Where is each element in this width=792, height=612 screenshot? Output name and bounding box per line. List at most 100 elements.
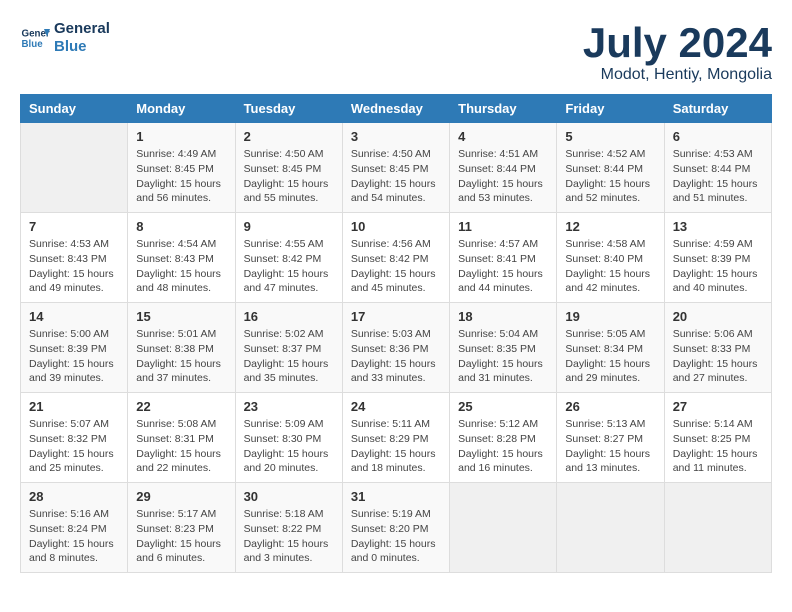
day-info: Sunrise: 4:56 AM Sunset: 8:42 PM Dayligh… xyxy=(351,237,441,296)
day-cell: 18 Sunrise: 5:04 AM Sunset: 8:35 PM Dayli… xyxy=(450,303,557,393)
logo-icon: General Blue xyxy=(20,23,50,53)
day-cell: 10 Sunrise: 4:56 AM Sunset: 8:42 PM Dayli… xyxy=(342,213,449,303)
day-number: 20 xyxy=(673,309,763,324)
logo-text-general: General xyxy=(54,20,110,38)
day-info: Sunrise: 4:55 AM Sunset: 8:42 PM Dayligh… xyxy=(244,237,334,296)
day-number: 16 xyxy=(244,309,334,324)
day-info: Sunrise: 5:17 AM Sunset: 8:23 PM Dayligh… xyxy=(136,507,226,566)
day-info: Sunrise: 4:52 AM Sunset: 8:44 PM Dayligh… xyxy=(565,147,655,206)
svg-text:Blue: Blue xyxy=(22,39,44,50)
day-cell: 28 Sunrise: 5:16 AM Sunset: 8:24 PM Dayli… xyxy=(21,483,128,573)
header-cell-thursday: Thursday xyxy=(450,95,557,123)
day-number: 31 xyxy=(351,489,441,504)
day-number: 1 xyxy=(136,129,226,144)
day-number: 11 xyxy=(458,219,548,234)
day-cell: 22 Sunrise: 5:08 AM Sunset: 8:31 PM Dayli… xyxy=(128,393,235,483)
day-cell: 13 Sunrise: 4:59 AM Sunset: 8:39 PM Dayli… xyxy=(664,213,771,303)
day-number: 28 xyxy=(29,489,119,504)
day-info: Sunrise: 5:06 AM Sunset: 8:33 PM Dayligh… xyxy=(673,327,763,386)
header-cell-monday: Monday xyxy=(128,95,235,123)
day-cell: 9Sunrise: 4:55 AM Sunset: 8:42 PM Daylig… xyxy=(235,213,342,303)
week-row-3: 14 Sunrise: 5:00 AM Sunset: 8:39 PM Dayli… xyxy=(21,303,772,393)
day-info: Sunrise: 4:57 AM Sunset: 8:41 PM Dayligh… xyxy=(458,237,548,296)
day-cell: 17 Sunrise: 5:03 AM Sunset: 8:36 PM Dayli… xyxy=(342,303,449,393)
day-number: 30 xyxy=(244,489,334,504)
day-info: Sunrise: 5:02 AM Sunset: 8:37 PM Dayligh… xyxy=(244,327,334,386)
title-section: July 2024 Modot, Hentiy, Mongolia xyxy=(583,20,772,84)
day-number: 25 xyxy=(458,399,548,414)
day-number: 26 xyxy=(565,399,655,414)
day-cell: 6 Sunrise: 4:53 AM Sunset: 8:44 PM Daylig… xyxy=(664,123,771,213)
day-number: 21 xyxy=(29,399,119,414)
day-cell: 5 Sunrise: 4:52 AM Sunset: 8:44 PM Daylig… xyxy=(557,123,664,213)
day-info: Sunrise: 5:01 AM Sunset: 8:38 PM Dayligh… xyxy=(136,327,226,386)
day-cell: 23Sunrise: 5:09 AM Sunset: 8:30 PM Dayli… xyxy=(235,393,342,483)
day-number: 22 xyxy=(136,399,226,414)
day-info: Sunrise: 5:16 AM Sunset: 8:24 PM Dayligh… xyxy=(29,507,119,566)
day-cell: 11 Sunrise: 4:57 AM Sunset: 8:41 PM Dayli… xyxy=(450,213,557,303)
header-row: SundayMondayTuesdayWednesdayThursdayFrid… xyxy=(21,95,772,123)
day-number: 6 xyxy=(673,129,763,144)
day-info: Sunrise: 5:04 AM Sunset: 8:35 PM Dayligh… xyxy=(458,327,548,386)
day-number: 18 xyxy=(458,309,548,324)
day-cell: 29 Sunrise: 5:17 AM Sunset: 8:23 PM Dayli… xyxy=(128,483,235,573)
day-cell: 19 Sunrise: 5:05 AM Sunset: 8:34 PM Dayli… xyxy=(557,303,664,393)
day-cell: 2Sunrise: 4:50 AM Sunset: 8:45 PM Daylig… xyxy=(235,123,342,213)
day-number: 5 xyxy=(565,129,655,144)
day-info: Sunrise: 5:19 AM Sunset: 8:20 PM Dayligh… xyxy=(351,507,441,566)
day-cell: 15 Sunrise: 5:01 AM Sunset: 8:38 PM Dayli… xyxy=(128,303,235,393)
day-cell xyxy=(557,483,664,573)
day-number: 23 xyxy=(244,399,334,414)
day-info: Sunrise: 5:05 AM Sunset: 8:34 PM Dayligh… xyxy=(565,327,655,386)
day-number: 4 xyxy=(458,129,548,144)
header: General Blue General Blue July 2024 Modo… xyxy=(20,20,772,84)
week-row-5: 28 Sunrise: 5:16 AM Sunset: 8:24 PM Dayli… xyxy=(21,483,772,573)
day-cell: 14 Sunrise: 5:00 AM Sunset: 8:39 PM Dayli… xyxy=(21,303,128,393)
header-cell-friday: Friday xyxy=(557,95,664,123)
day-info: Sunrise: 4:54 AM Sunset: 8:43 PM Dayligh… xyxy=(136,237,226,296)
header-cell-saturday: Saturday xyxy=(664,95,771,123)
day-cell: 30Sunrise: 5:18 AM Sunset: 8:22 PM Dayli… xyxy=(235,483,342,573)
day-cell: 4 Sunrise: 4:51 AM Sunset: 8:44 PM Daylig… xyxy=(450,123,557,213)
day-info: Sunrise: 5:08 AM Sunset: 8:31 PM Dayligh… xyxy=(136,417,226,476)
day-cell: 7Sunrise: 4:53 AM Sunset: 8:43 PM Daylig… xyxy=(21,213,128,303)
day-info: Sunrise: 4:58 AM Sunset: 8:40 PM Dayligh… xyxy=(565,237,655,296)
day-info: Sunrise: 4:51 AM Sunset: 8:44 PM Dayligh… xyxy=(458,147,548,206)
day-info: Sunrise: 4:49 AM Sunset: 8:45 PM Dayligh… xyxy=(136,147,226,206)
day-info: Sunrise: 4:59 AM Sunset: 8:39 PM Dayligh… xyxy=(673,237,763,296)
day-number: 19 xyxy=(565,309,655,324)
day-number: 13 xyxy=(673,219,763,234)
day-info: Sunrise: 5:03 AM Sunset: 8:36 PM Dayligh… xyxy=(351,327,441,386)
day-info: Sunrise: 4:53 AM Sunset: 8:44 PM Dayligh… xyxy=(673,147,763,206)
day-number: 17 xyxy=(351,309,441,324)
day-info: Sunrise: 5:14 AM Sunset: 8:25 PM Dayligh… xyxy=(673,417,763,476)
day-number: 29 xyxy=(136,489,226,504)
logo: General Blue General Blue xyxy=(20,20,110,56)
day-info: Sunrise: 5:12 AM Sunset: 8:28 PM Dayligh… xyxy=(458,417,548,476)
day-cell: 24Sunrise: 5:11 AM Sunset: 8:29 PM Dayli… xyxy=(342,393,449,483)
week-row-4: 21Sunrise: 5:07 AM Sunset: 8:32 PM Dayli… xyxy=(21,393,772,483)
day-number: 14 xyxy=(29,309,119,324)
header-cell-sunday: Sunday xyxy=(21,95,128,123)
week-row-2: 7Sunrise: 4:53 AM Sunset: 8:43 PM Daylig… xyxy=(21,213,772,303)
day-number: 2 xyxy=(244,129,334,144)
header-cell-wednesday: Wednesday xyxy=(342,95,449,123)
day-cell: 21Sunrise: 5:07 AM Sunset: 8:32 PM Dayli… xyxy=(21,393,128,483)
subtitle: Modot, Hentiy, Mongolia xyxy=(583,66,772,84)
day-cell: 1 Sunrise: 4:49 AM Sunset: 8:45 PM Daylig… xyxy=(128,123,235,213)
day-cell: 3 Sunrise: 4:50 AM Sunset: 8:45 PM Daylig… xyxy=(342,123,449,213)
day-cell: 26Sunrise: 5:13 AM Sunset: 8:27 PM Dayli… xyxy=(557,393,664,483)
day-number: 12 xyxy=(565,219,655,234)
day-number: 3 xyxy=(351,129,441,144)
header-cell-tuesday: Tuesday xyxy=(235,95,342,123)
day-info: Sunrise: 4:50 AM Sunset: 8:45 PM Dayligh… xyxy=(351,147,441,206)
day-info: Sunrise: 5:00 AM Sunset: 8:39 PM Dayligh… xyxy=(29,327,119,386)
day-number: 10 xyxy=(351,219,441,234)
day-number: 8 xyxy=(136,219,226,234)
day-cell xyxy=(21,123,128,213)
main-title: July 2024 xyxy=(583,20,772,66)
day-cell: 12 Sunrise: 4:58 AM Sunset: 8:40 PM Dayli… xyxy=(557,213,664,303)
day-cell xyxy=(664,483,771,573)
day-number: 24 xyxy=(351,399,441,414)
day-number: 15 xyxy=(136,309,226,324)
